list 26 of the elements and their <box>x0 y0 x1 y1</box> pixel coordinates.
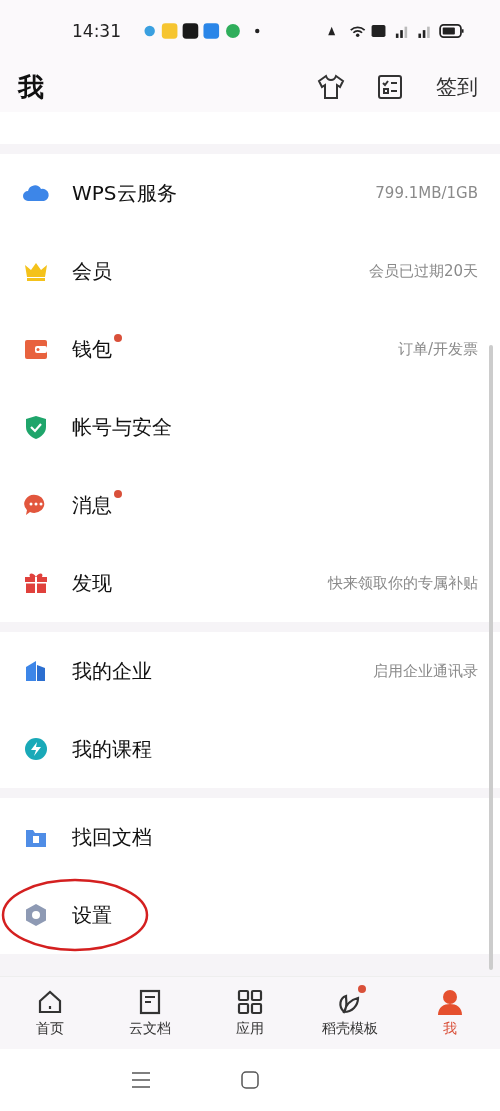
shirt-icon[interactable] <box>316 72 346 102</box>
check-in-button[interactable]: 签到 <box>436 73 478 101</box>
grid-icon <box>236 988 264 1016</box>
menu-item[interactable]: 帐号与安全 <box>0 388 500 466</box>
menu-icon[interactable] <box>131 1071 151 1089</box>
tab-item[interactable]: 云文档 <box>100 977 200 1049</box>
tab-item[interactable]: 我 <box>400 977 500 1049</box>
menu-item[interactable]: 消息 <box>0 466 500 544</box>
menu-item[interactable]: 钱包 订单/开发票 <box>0 310 500 388</box>
tab-item[interactable]: 稻壳模板 <box>300 977 400 1049</box>
tab-item[interactable]: 首页 <box>0 977 100 1049</box>
menu-item[interactable]: 找回文档 <box>0 798 500 876</box>
checklist-icon[interactable] <box>376 73 404 101</box>
menu-item[interactable]: 发现 快来领取你的专属补贴 <box>0 544 500 622</box>
menu-item[interactable]: 我的企业 启用企业通讯录 <box>0 632 500 710</box>
home-button-icon[interactable] <box>241 1071 259 1089</box>
menu-item[interactable]: 设置 <box>0 876 500 954</box>
tab-item[interactable]: 应用 <box>200 977 300 1049</box>
menu-item[interactable]: WPS云服务 799.1MB/1GB <box>0 154 500 232</box>
menu-item[interactable]: 会员 会员已过期20天 <box>0 232 500 310</box>
page-title: 我 <box>18 70 45 104</box>
course-icon <box>22 735 50 763</box>
status-time: 14:31 <box>72 21 121 41</box>
menu-item[interactable]: 我的课程 <box>0 710 500 788</box>
home-icon <box>36 988 64 1016</box>
person-icon <box>436 988 464 1016</box>
